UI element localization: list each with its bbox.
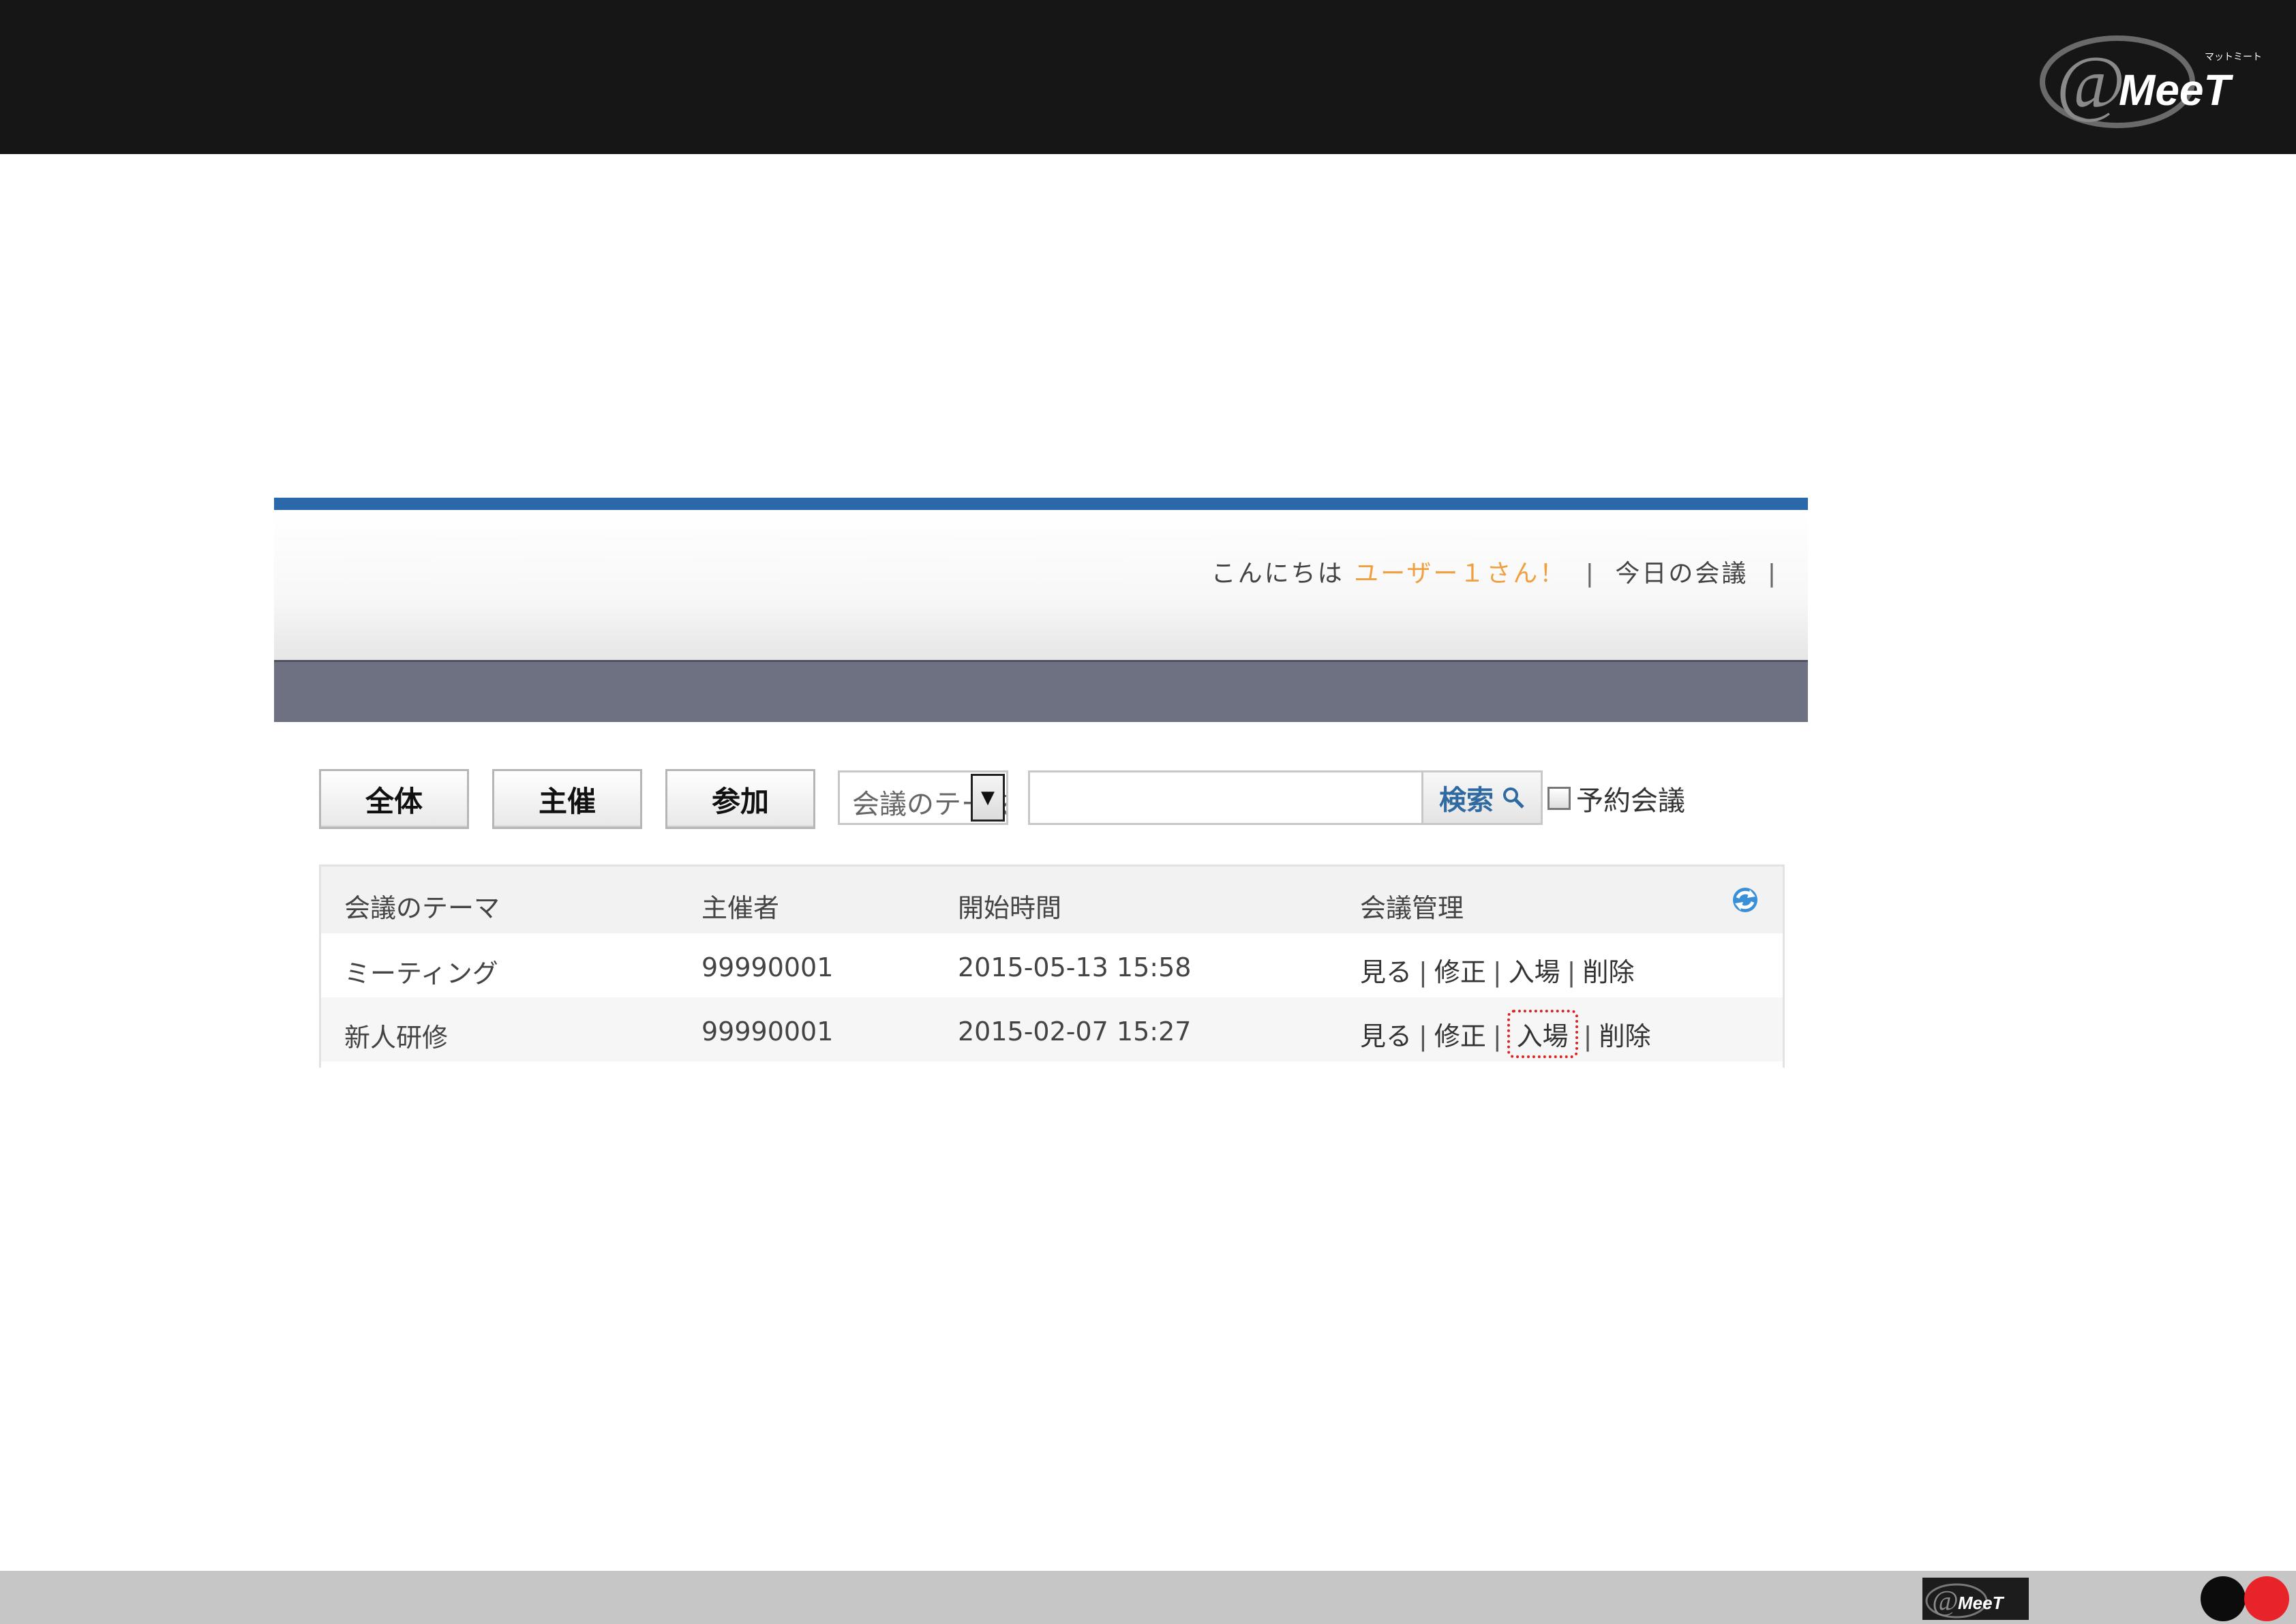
today-meetings-link[interactable]: 今日の会議 (1615, 560, 1748, 588)
meeting-theme: ミーティング (344, 959, 498, 989)
reserved-filter: 予約会議 (1547, 779, 1685, 818)
greeting-header: こんにちは ユーザー１さん！ | 今日の会議 | (274, 510, 1808, 660)
reserved-checkbox-label: 予約会議 (1576, 785, 1685, 817)
join-button[interactable]: 参加 (665, 769, 815, 829)
column-header-theme: 会議のテーマ (344, 893, 500, 923)
reserved-checkbox[interactable] (1547, 787, 1571, 810)
separator: | (1585, 560, 1596, 588)
top-banner: @ MeeT マットミート (0, 0, 2296, 154)
all-button[interactable]: 全体 (319, 769, 469, 829)
delete-link[interactable]: 削除 (1599, 1021, 1650, 1051)
search-icon (1503, 787, 1524, 809)
refresh-icon[interactable] (1728, 883, 1762, 917)
search-button-label: 検索 (1439, 785, 1494, 816)
search-input[interactable] (1028, 770, 1423, 825)
column-header-host: 主催者 (701, 893, 780, 923)
footer-ameet-logo: @ MeeT (1922, 1578, 2029, 1620)
column-header-start: 開始時間 (958, 893, 1062, 923)
svg-text:@: @ (2056, 41, 2125, 124)
ameet-logo: @ MeeT マットミート (2040, 35, 2262, 128)
svg-text:@: @ (1932, 1586, 1959, 1617)
search-field-select[interactable]: 会議のテーマ ▼ (838, 770, 1008, 825)
red-dot-icon (2244, 1576, 2289, 1621)
meeting-start: 2015-05-13 15:58 (958, 952, 1192, 982)
meeting-actions: 見る | 修正 | 入場 | 削除 (1360, 1010, 1651, 1058)
view-link[interactable]: 見る (1360, 957, 1412, 987)
meeting-list-panel: こんにちは ユーザー１さん！ | 今日の会議 | 全体 主催 参加 会議のテーマ… (274, 498, 1808, 1068)
nav-strip (274, 660, 1808, 722)
meeting-host: 99990001 (701, 952, 834, 982)
delete-link[interactable]: 削除 (1582, 957, 1634, 987)
user-name: ユーザー１さん！ (1354, 560, 1567, 588)
view-link[interactable]: 見る (1360, 1021, 1412, 1051)
table-row: ミーティング 99990001 2015-05-13 15:58 見る | 修正 | 入… (321, 933, 1783, 997)
table-header: 会議のテーマ 主催者 開始時間 会議管理 (321, 867, 1783, 933)
edit-link[interactable]: 修正 (1434, 1021, 1486, 1051)
edit-link[interactable]: 修正 (1434, 957, 1486, 987)
meeting-theme: 新人研修 (344, 1023, 449, 1053)
accent-bar (274, 498, 1808, 510)
enter-link[interactable]: 入場 (1509, 957, 1560, 987)
enter-link-highlighted[interactable]: 入場 (1507, 1010, 1578, 1058)
meeting-actions: 見る | 修正 | 入場 | 削除 (1360, 957, 1635, 987)
table-row: 新人研修 99990001 2015-02-07 15:27 見る | 修正 | 入場 |… (321, 997, 1783, 1062)
svg-text:MeeT: MeeT (1958, 1593, 2005, 1613)
meeting-host: 99990001 (701, 1017, 834, 1047)
column-header-manage: 会議管理 (1360, 893, 1464, 923)
greeting-prefix: こんにちは (1211, 560, 1344, 588)
meeting-table: 会議のテーマ 主催者 開始時間 会議管理 ミーティング 99990001 201… (319, 864, 1785, 1068)
meeting-start: 2015-02-07 15:27 (958, 1017, 1192, 1047)
separator: | (1767, 560, 1778, 588)
dropdown-arrow-icon[interactable]: ▼ (971, 774, 1005, 822)
footer-bar: @ MeeT (0, 1571, 2296, 1624)
greeting-line: こんにちは ユーザー１さん！ | 今日の会議 | (1211, 554, 1787, 589)
svg-text:MeeT: MeeT (2119, 65, 2234, 115)
search-button[interactable]: 検索 (1421, 770, 1543, 825)
black-dot-icon (2201, 1576, 2246, 1621)
host-button[interactable]: 主催 (492, 769, 642, 829)
svg-text:マットミート: マットミート (2205, 52, 2262, 63)
